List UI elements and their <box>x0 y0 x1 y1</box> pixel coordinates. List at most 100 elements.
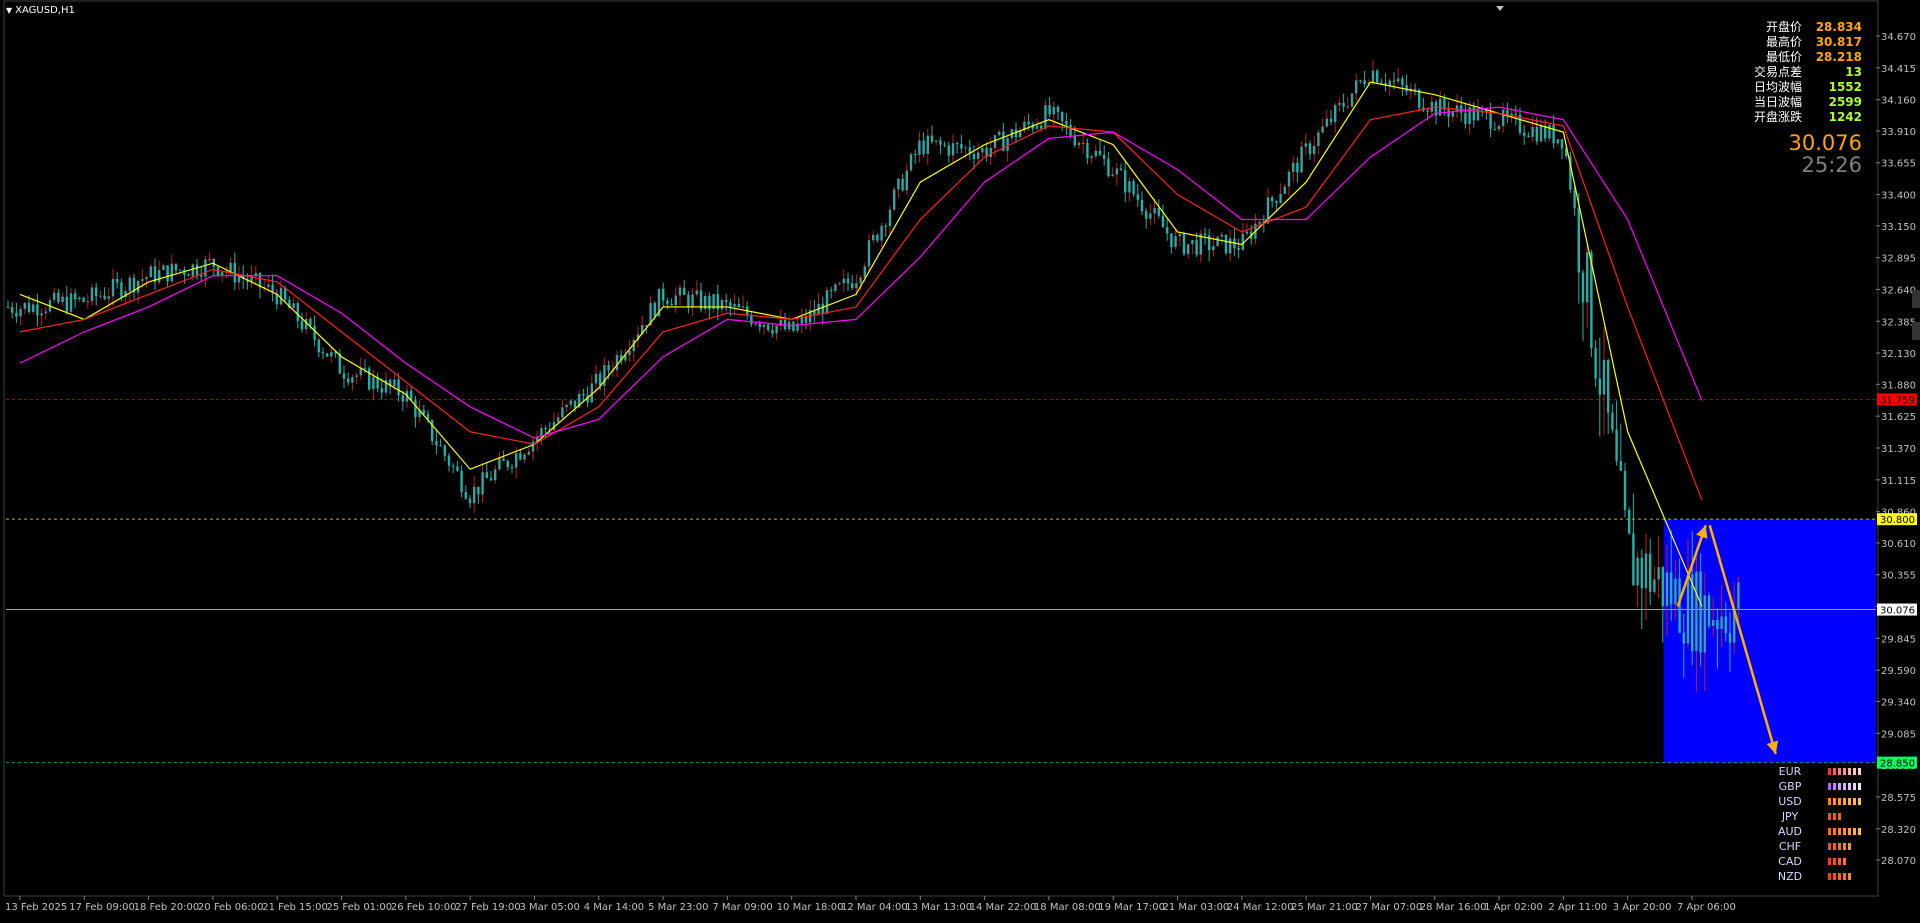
candle-body <box>523 454 526 460</box>
time-label: 17 Feb 09:00 <box>69 902 135 913</box>
candle-body <box>1203 233 1207 236</box>
candle-body <box>699 290 703 310</box>
candle-body <box>57 292 60 303</box>
candle-body <box>1035 125 1039 129</box>
candle-body <box>200 275 203 277</box>
quote-info-panel: 开盘价 28.834 最高价 30.817 最低价 28.218 交易点差 13 日均波幅 155… <box>1662 20 1862 125</box>
candle-body <box>1502 109 1505 126</box>
strength-bar <box>1848 798 1851 805</box>
chart-area[interactable]: 13 Feb 2025 17 Feb 09:00 18 Feb 20:00 20 Fe… <box>0 0 1920 919</box>
symbol-title: ▼ XAGUSD,H1 <box>6 5 75 16</box>
candle-body <box>876 234 879 241</box>
candle-body <box>947 145 950 156</box>
candle-body <box>1006 138 1009 151</box>
candle-body <box>116 279 119 283</box>
candle-body <box>977 152 980 159</box>
candle-body <box>1212 246 1215 251</box>
candle-body <box>355 375 358 378</box>
moving-average-line <box>19 81 1703 607</box>
candle-body <box>158 270 161 283</box>
currency-strength-panel: EUR GBP USD JPY AUD CHF CAD NZD <box>1760 764 1870 884</box>
candle-body <box>1170 233 1173 247</box>
time-label: 28 Mar 16:00 <box>1420 902 1487 913</box>
scroll-handle[interactable] <box>1912 290 1920 308</box>
candle-body <box>519 453 522 460</box>
info-label: 开盘涨跌 <box>1753 110 1802 124</box>
candle-body <box>473 486 476 504</box>
candle-body <box>628 351 631 355</box>
strength-bar <box>1853 828 1856 835</box>
candle-body <box>1720 616 1723 630</box>
price-label: 33.910 <box>1881 127 1916 138</box>
scroll-handle-secondary[interactable] <box>1912 322 1920 340</box>
candle-body <box>1082 143 1085 145</box>
price-chart[interactable]: 13 Feb 2025 17 Feb 09:0018 Feb 20:0020 Fe… <box>0 0 1920 919</box>
info-row: 开盘涨跌 1242 <box>1662 110 1862 125</box>
time-label: 24 Mar 12:00 <box>1227 902 1294 913</box>
candle-body <box>1111 174 1114 176</box>
strength-bar <box>1848 843 1851 850</box>
strength-bar <box>1848 828 1851 835</box>
candle-body <box>1325 118 1328 127</box>
time-label: 4 Mar 14:00 <box>584 902 644 913</box>
candle-body <box>1392 80 1396 82</box>
candle-body <box>569 400 572 405</box>
candle-body <box>120 282 123 297</box>
price-label: 29.085 <box>1881 729 1916 740</box>
price-label: 32.640 <box>1881 285 1916 296</box>
candle-body <box>69 293 73 312</box>
candle-body <box>1686 574 1690 644</box>
candle-body <box>229 262 232 272</box>
candle-body <box>95 287 98 297</box>
candle-body <box>1157 207 1160 216</box>
strength-bar <box>1858 828 1861 835</box>
candle-body <box>1359 80 1362 82</box>
candle-body <box>99 295 102 297</box>
candle-body <box>1304 143 1307 147</box>
candle-body <box>922 140 925 154</box>
time-label: 21 Mar 03:00 <box>1163 902 1230 913</box>
candle-body <box>594 373 598 384</box>
candle-body <box>557 417 560 422</box>
candle-body <box>309 319 312 326</box>
candle-body <box>1115 168 1118 175</box>
currency-row: CAD <box>1760 854 1870 869</box>
candle-body <box>6 306 10 308</box>
current-price: 30.076 <box>1788 131 1862 155</box>
candle-body <box>1674 578 1677 605</box>
candle-body <box>1548 124 1551 139</box>
strength-bar <box>1853 783 1856 790</box>
info-value: 1552 <box>1828 80 1862 94</box>
candle-body <box>998 131 1001 136</box>
candle-body <box>1586 252 1589 303</box>
candle-body <box>884 225 887 227</box>
candle-body <box>678 287 682 296</box>
candle-body <box>951 143 955 156</box>
collapse-triangle-icon[interactable]: ▼ <box>6 6 12 15</box>
candle-body <box>1103 154 1106 159</box>
candle-body <box>1661 567 1664 607</box>
time-label: 13 Mar 13:00 <box>905 902 972 913</box>
strength-bar <box>1843 873 1846 880</box>
price-label: 29.340 <box>1881 697 1916 708</box>
strength-bar <box>1858 798 1861 805</box>
info-row: 最低价 28.218 <box>1662 50 1862 65</box>
candle-body <box>1552 124 1555 144</box>
candle-body <box>380 388 383 393</box>
strength-bar <box>1833 798 1836 805</box>
candle-body <box>830 290 833 292</box>
strength-bar <box>1833 858 1836 865</box>
strength-bar <box>1833 828 1836 835</box>
candle-body <box>1355 80 1358 94</box>
candle-body <box>1044 105 1047 129</box>
candle-body <box>1665 572 1669 607</box>
candle-body <box>65 296 68 312</box>
candle-body <box>1140 199 1144 212</box>
candle-body <box>1069 124 1072 136</box>
candle-body <box>1187 244 1190 255</box>
candle-body <box>1447 109 1450 117</box>
candle-body <box>1716 620 1719 630</box>
currency-name: GBP <box>1778 780 1802 793</box>
info-value: 1242 <box>1828 110 1862 124</box>
candle-body <box>741 306 745 308</box>
